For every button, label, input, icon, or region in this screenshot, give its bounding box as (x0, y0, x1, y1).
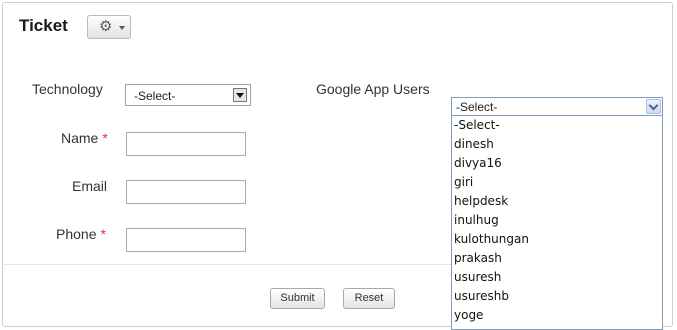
dropdown-option[interactable]: kulothungan (452, 230, 662, 249)
google-app-users-label: Google App Users (316, 81, 430, 97)
technology-selected-value: -Select- (134, 89, 176, 103)
chevron-down-icon[interactable] (646, 99, 661, 114)
form-divider (3, 264, 451, 265)
dropdown-option[interactable]: yoge (452, 306, 662, 325)
settings-menu-button[interactable]: ⚙ (87, 15, 131, 39)
caret-down-icon (119, 26, 125, 30)
submit-button[interactable]: Submit (270, 288, 325, 309)
email-field[interactable] (126, 180, 246, 204)
email-label: Email (72, 178, 108, 194)
technology-label: Technology (32, 81, 103, 97)
technology-select[interactable]: -Select- (125, 84, 251, 106)
dropdown-option[interactable]: dinesh (452, 135, 662, 154)
dropdown-option[interactable]: usuresh (452, 268, 662, 287)
dropdown-option[interactable]: giri (452, 173, 662, 192)
dropdown-option[interactable]: inulhug (452, 211, 662, 230)
google-app-users-selected-value: -Select- (456, 100, 498, 114)
name-label: Name * (61, 130, 108, 146)
gear-icon: ⚙ (99, 18, 113, 35)
dropdown-option[interactable]: usureshb (452, 287, 662, 306)
dropdown-option[interactable]: prakash (452, 249, 662, 268)
page-title: Ticket (19, 16, 68, 35)
dropdown-arrow-icon[interactable] (233, 88, 247, 102)
dropdown-option[interactable]: helpdesk (452, 192, 662, 211)
required-marker: * (100, 226, 106, 242)
name-field[interactable] (126, 132, 246, 156)
phone-field[interactable] (126, 228, 246, 252)
dropdown-option[interactable]: -Select- (452, 116, 662, 135)
reset-button[interactable]: Reset (343, 288, 395, 309)
required-marker: * (102, 130, 108, 146)
google-app-users-select[interactable]: -Select- (451, 97, 663, 116)
dropdown-option[interactable]: divya16 (452, 154, 662, 173)
google-app-users-dropdown-list[interactable]: -Select- dinesh divya16 giri helpdesk in… (451, 116, 663, 330)
phone-label: Phone * (56, 226, 106, 242)
